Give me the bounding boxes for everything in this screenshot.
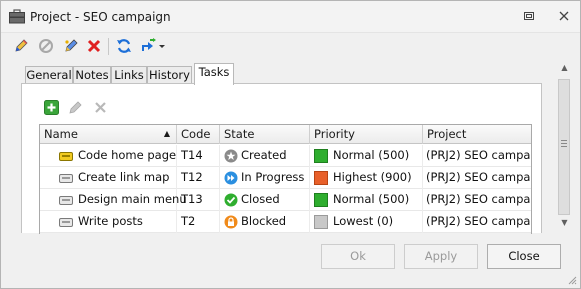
column-priority-header[interactable]: Priority [310,125,423,144]
task-icon [59,152,73,161]
task-code: T13 [177,189,220,211]
sort-asc-icon: ▲ [163,129,170,138]
briefcase-icon [9,9,25,24]
vertical-scrollbar[interactable]: ▲ ▼ [555,59,574,232]
priority-swatch [314,171,328,185]
table-row[interactable]: Create link map T12 In Progress Highest … [40,167,531,189]
task-project: (PRJ2) SEO campaign [426,170,531,184]
apply-button[interactable]: Apply [404,244,478,269]
scroll-up-icon[interactable]: ▲ [557,61,572,75]
main-toolbar [1,32,580,59]
share-icon[interactable] [140,37,166,55]
task-code: T2 [177,211,220,233]
table-row[interactable]: Design main menu T13 Closed Normal (500)… [40,189,531,211]
disable-icon[interactable] [37,37,55,55]
task-code: T12 [177,167,220,189]
task-priority: Normal (500) [333,189,423,211]
grip-line [561,143,567,144]
add-task-icon[interactable] [44,100,59,115]
tab-links[interactable]: Links [111,66,147,84]
close-button[interactable]: Close [487,244,561,269]
table-row[interactable]: Write posts T2 Blocked Lowest (0) (PRJ2)… [40,211,531,233]
task-name: Write posts [78,211,177,233]
tasks-panel: Name ▲ Code State Priority Project Code … [21,83,542,234]
grid-header: Name ▲ Code State Priority Project [40,125,531,144]
column-label: Name [44,127,78,141]
task-state: In Progress [241,167,310,189]
table-row[interactable]: Code home page T14 Created Normal (500) … [40,145,531,167]
scroll-thumb[interactable] [558,79,570,215]
rename-icon[interactable] [62,37,80,55]
task-project: (PRJ2) SEO campaign [426,148,531,162]
task-name: Code home page [78,145,177,167]
task-priority: Highest (900) [333,167,423,189]
resize-grip-icon[interactable] [567,275,577,285]
edit-icon[interactable] [12,37,30,55]
task-priority: Normal (500) [333,145,423,167]
tab-notes[interactable]: Notes [73,66,111,84]
delete-task-icon[interactable] [93,100,108,115]
close-icon[interactable] [557,9,571,23]
tab-history[interactable]: History [147,66,192,84]
task-icon [59,196,73,205]
column-name-header[interactable]: Name ▲ [40,125,177,144]
ok-button[interactable]: Ok [321,244,395,269]
edit-task-icon[interactable] [68,100,83,115]
lock-icon [224,215,238,229]
refresh-icon[interactable] [115,37,133,55]
check-icon [224,193,238,207]
scroll-down-icon[interactable]: ▼ [557,216,572,230]
task-state: Closed [241,189,310,211]
priority-swatch [314,193,328,207]
task-priority: Lowest (0) [333,211,423,233]
tab-tasks[interactable]: Tasks [194,63,234,85]
task-project: (PRJ2) SEO campaign [426,214,531,228]
star-icon [224,149,238,163]
delete-icon[interactable] [85,37,103,55]
column-code-header[interactable]: Code [177,125,220,144]
task-code: T14 [177,145,220,167]
tab-general[interactable]: General [25,66,73,84]
column-state-header[interactable]: State [220,125,310,144]
project-window: Project - SEO campaign General Notes Lin… [0,0,581,289]
task-icon [59,174,73,183]
restore-icon[interactable] [522,9,536,23]
column-project-header[interactable]: Project [423,125,531,144]
toolbar-separator [108,38,109,55]
task-state: Created [241,145,310,167]
task-state: Blocked [241,211,310,233]
task-name: Design main menu [78,189,187,211]
priority-swatch [314,149,328,163]
window-title: Project - SEO campaign [30,10,171,24]
priority-swatch [314,215,328,229]
play-icon [224,171,238,185]
task-icon [59,218,73,227]
title-bar: Project - SEO campaign [1,1,580,32]
task-project: (PRJ2) SEO campaign [426,192,531,206]
task-name: Create link map [78,167,177,189]
tasks-grid: Name ▲ Code State Priority Project Code … [39,124,532,234]
